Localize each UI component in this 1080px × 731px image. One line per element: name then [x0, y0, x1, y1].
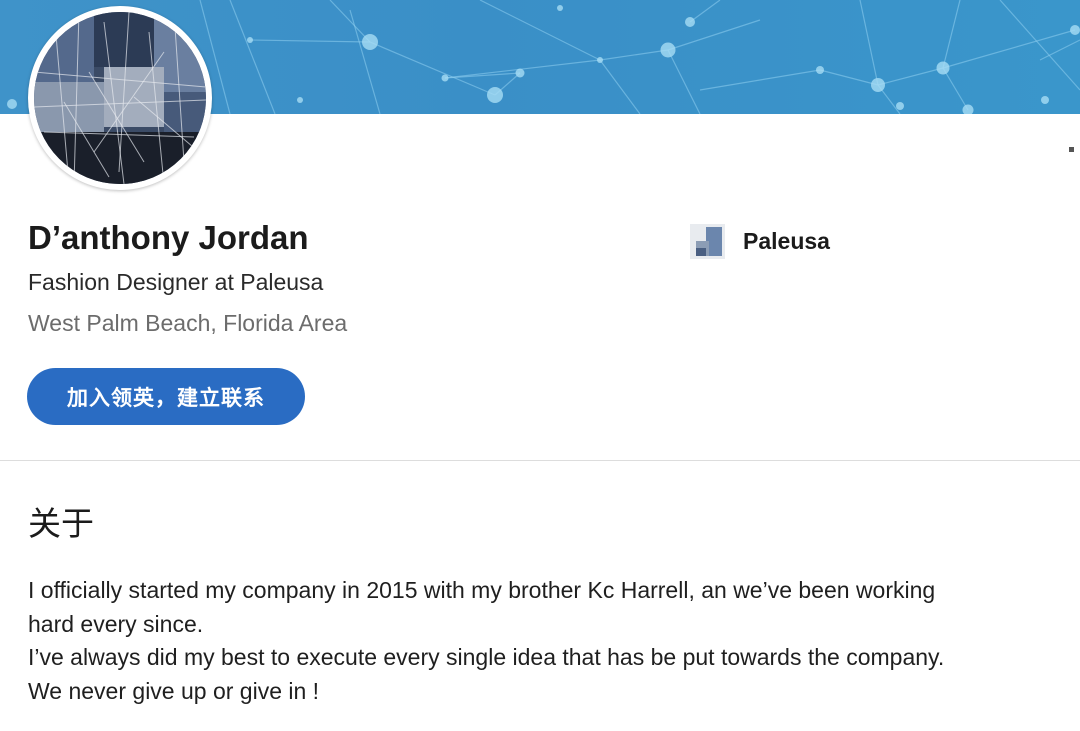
- overflow-menu-dot: [1069, 147, 1074, 152]
- current-company-link[interactable]: Paleusa: [690, 224, 830, 259]
- about-line: I officially started my company in 2015 …: [28, 577, 936, 603]
- profile-name: D’anthony Jordan: [28, 219, 309, 256]
- section-divider: [0, 460, 1080, 461]
- about-line: I’ve always did my best to execute every…: [28, 644, 945, 670]
- about-heading: 关于: [28, 505, 94, 542]
- join-connect-button[interactable]: 加入领英，建立联系: [27, 368, 305, 425]
- profile-page: D’anthony Jordan Fashion Designer at Pal…: [0, 0, 1080, 731]
- about-line: hard every since.: [28, 610, 204, 637]
- company-logo-icon: [690, 224, 725, 259]
- about-text: I officially started my company in 2015 …: [28, 574, 1076, 708]
- profile-headline: Fashion Designer at Paleusa: [28, 269, 324, 295]
- profile-location: West Palm Beach, Florida Area: [28, 310, 348, 336]
- profile-avatar[interactable]: [28, 6, 212, 190]
- company-name: Paleusa: [743, 228, 830, 254]
- about-line: We never give up or give in !: [28, 677, 320, 704]
